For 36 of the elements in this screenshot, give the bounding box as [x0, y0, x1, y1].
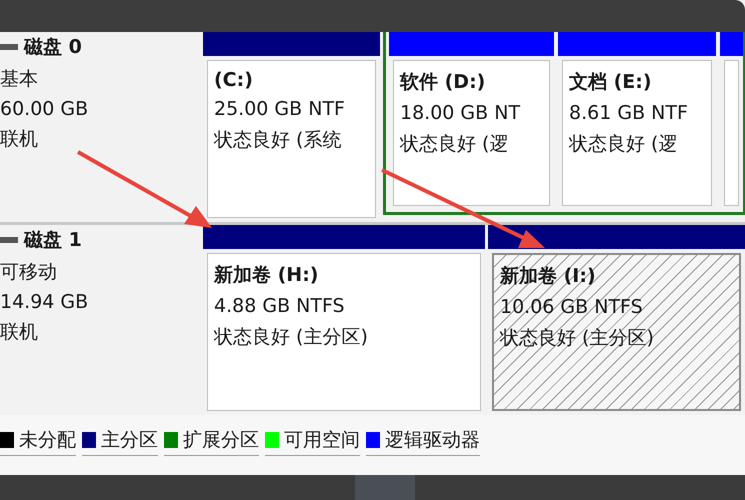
partition-block[interactable]: 文档 (E:) 8.61 GB NTF 状态良好 (逻 [562, 60, 712, 206]
partition-status: 状态良好 (逻 [400, 132, 510, 157]
partition-status: 状态良好 (逻 [569, 132, 678, 157]
partition-block[interactable] [724, 60, 739, 206]
disk-status: 联机 [0, 320, 39, 345]
legend-label: 扩展分区 [183, 428, 259, 453]
legend-label: 主分区 [101, 428, 158, 453]
partition-name: 文档 (E:) [569, 70, 653, 95]
partition-size: 4.88 GB NTFS [214, 295, 346, 317]
partition-name: 新加卷 (H:) [214, 263, 320, 288]
partition-block[interactable]: (C:) 25.00 GB NTF 状态良好 (系统 [207, 60, 376, 218]
partition-size: 18.00 GB NT [400, 102, 522, 124]
legend-label: 未分配 [19, 428, 76, 453]
partition-name: 新加卷 (I:) [500, 264, 597, 289]
partition-name: 软件 (D:) [400, 70, 486, 95]
partition-header [720, 32, 743, 56]
partition-size: 10.06 GB NTFS [500, 296, 644, 318]
taskbar-button[interactable] [355, 475, 415, 500]
partition-name: (C:) [214, 69, 254, 91]
partition-block[interactable]: 新加卷 (I:) 10.06 GB NTFS 状态良好 (主分区) [492, 253, 741, 411]
legend-label: 可用空间 [284, 428, 360, 453]
disk-type: 基本 [0, 67, 39, 92]
partition-block[interactable]: 新加卷 (H:) 4.88 GB NTFS 状态良好 (主分区) [207, 253, 481, 411]
disk-type: 可移动 [0, 260, 58, 285]
disk-size: 14.94 GB [0, 291, 90, 313]
disk-size: 60.00 GB [0, 98, 90, 120]
partition-block[interactable]: 软件 (D:) 18.00 GB NT 状态良好 (逻 [393, 60, 550, 206]
disk-name: 磁盘 1 [24, 228, 82, 253]
partition-status: 状态良好 (系统 [214, 128, 342, 153]
partition-status: 状态良好 (主分区) [214, 325, 369, 350]
disk-name: 磁盘 0 [24, 35, 82, 60]
disk-status: 联机 [0, 127, 39, 152]
partition-status: 状态良好 (主分区) [500, 326, 655, 351]
legend-label: 逻辑驱动器 [385, 428, 480, 453]
partition-size: 8.61 GB NTF [569, 102, 689, 124]
partition-size: 25.00 GB NTF [214, 98, 346, 120]
